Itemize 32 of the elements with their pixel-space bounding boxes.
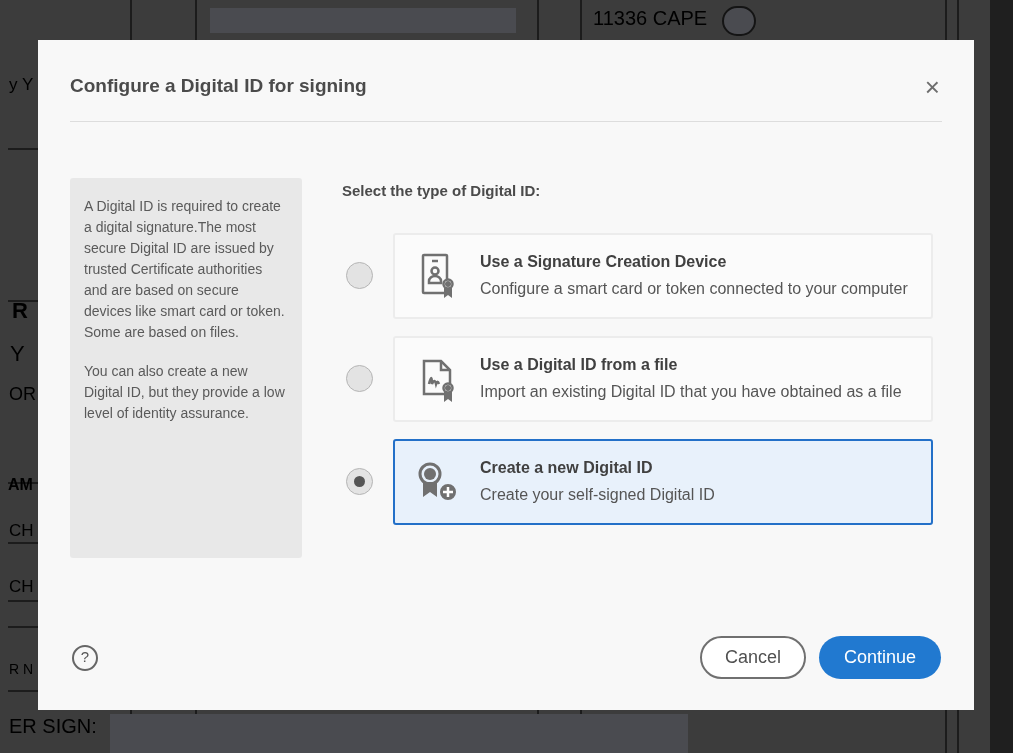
option-description: Create your self-signed Digital ID bbox=[480, 484, 715, 505]
document-text: AM bbox=[8, 477, 33, 493]
help-icon[interactable]: ? bbox=[72, 644, 98, 671]
option-card[interactable]: Use a Signature Creation Device Configure a smart card or token connected to your computer bbox=[393, 232, 933, 319]
award-plus-icon bbox=[416, 460, 459, 503]
close-button[interactable]: × bbox=[924, 73, 940, 100]
document-text: R N bbox=[9, 662, 34, 676]
option-card[interactable]: Create a new Digital ID Create your self-signed Digital ID bbox=[393, 438, 933, 525]
cancel-button[interactable]: Cancel bbox=[700, 636, 806, 679]
option-description: Import an existing Digital ID that you have obtained as a file bbox=[480, 381, 902, 402]
document-text: CH bbox=[9, 522, 34, 539]
info-paragraph: You can also create a new Digital ID, but they provide a low level of identity assurance. bbox=[84, 362, 286, 423]
document-text: CH bbox=[9, 578, 34, 595]
radio-button[interactable] bbox=[346, 262, 373, 289]
document-text: 11336 CAPE bbox=[593, 8, 708, 28]
option-title: Use a Digital ID from a file bbox=[480, 354, 679, 375]
option-title: Use a Signature Creation Device bbox=[480, 251, 728, 272]
document-text: y Y bbox=[9, 76, 34, 93]
prompt-text: Select the type of Digital ID: bbox=[342, 181, 542, 201]
info-paragraph: A Digital ID is required to create a digital signature.The most secure Digital ID are issued by trusted Certificate authorities and are based on secure devices like smart card or token. Some are based on files. bbox=[84, 197, 286, 342]
dialog-title: Configure a Digital ID for signing bbox=[70, 74, 367, 99]
option-title: Create a new Digital ID bbox=[480, 457, 654, 478]
radio-button[interactable] bbox=[346, 468, 373, 495]
radio-button[interactable] bbox=[346, 365, 373, 392]
document-text: Y bbox=[10, 343, 25, 365]
document-text: ER SIGN: bbox=[9, 716, 97, 736]
id-card-icon bbox=[420, 252, 455, 299]
document-text: R bbox=[12, 300, 28, 322]
option-description: Configure a smart card or token connected to your computer bbox=[480, 278, 908, 299]
document-text: OR bbox=[9, 385, 36, 403]
option-card[interactable]: Use a Digital ID from a file Import an existing Digital ID that you have obtained as a file bbox=[393, 335, 933, 422]
continue-button[interactable]: Continue bbox=[819, 636, 941, 679]
